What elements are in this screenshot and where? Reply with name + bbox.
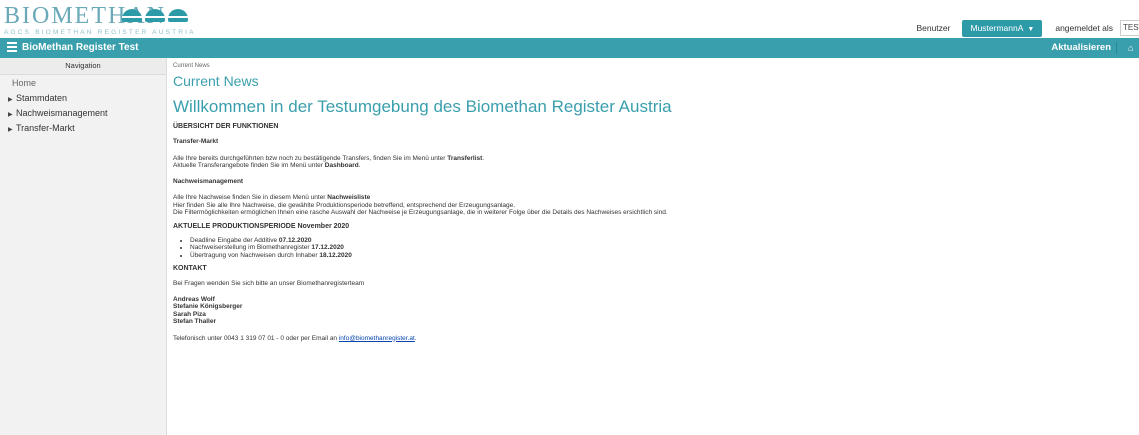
home-icon[interactable]: ⌂ (1128, 41, 1137, 53)
user-button-label: MustermannA (970, 22, 1024, 33)
hamburger-menu-icon[interactable] (7, 42, 17, 54)
logged-in-label: angemeldet als (1055, 23, 1113, 33)
expand-triangle-icon: ▶ (8, 112, 13, 118)
contact-name: Sarah Piza (173, 310, 206, 318)
user-dropdown-button[interactable]: MustermannA ▼ (962, 19, 1043, 37)
logged-in-as-field[interactable]: TEST (1120, 20, 1139, 36)
contact-phone: Telefonisch unter 0043 1 319 07 01 - 0 o… (173, 334, 417, 342)
contact-name: Andreas Wolf (173, 295, 215, 303)
user-area: Benutzer MustermannA ▼ angemeldet als TES… (916, 19, 1139, 37)
contact-name: Stefanie Königsberger (173, 303, 243, 310)
breadcrumb[interactable]: Current News (173, 63, 1139, 72)
nachweis-line-1: Alle Ihre Nachweise finden Sie in diesem… (173, 194, 371, 201)
main-content: Current News Current News Willkommen in … (173, 58, 1139, 435)
refresh-button[interactable]: Aktualisieren (1051, 38, 1111, 58)
logo-domes-icon (122, 9, 188, 22)
period-list: Deadline Eingabe der Additive 07.12.2020… (173, 237, 1139, 260)
sidebar-item-label: Stammdaten (16, 93, 68, 103)
sidebar: Navigation Home ▶ Stammdaten ▶ Nachweisman… (0, 58, 167, 435)
sidebar-item-label: Home (12, 78, 37, 88)
sidebar-item-transfer-markt[interactable]: ▶ Transfer-Markt (0, 122, 166, 135)
contact-names: Andreas Wolf Stefanie Königsberger Sarah… (173, 296, 1139, 326)
list-item: Nachweiserstellung im Biomethanregister … (190, 244, 1139, 252)
sidebar-item-label: Transfer-Markt (16, 123, 75, 133)
list-item: Deadline Eingabe der Additive 07.12.2020 (190, 237, 1139, 245)
transfer-line-1: Alle Ihre bereits durchgeführten bzw noc… (173, 154, 485, 162)
sidebar-item-nachweismanagement[interactable]: ▶ Nachweismanagement (0, 107, 166, 120)
sidebar-header: Navigation (0, 58, 166, 75)
period-heading: AKTUELLE PRODUKTIONSPERIODE November 202… (173, 222, 350, 230)
list-item: Übertragung von Nachweisen durch Inhaber… (190, 252, 1139, 260)
app-title[interactable]: BioMethan Register Test (22, 38, 139, 58)
sidebar-item-label: Nachweismanagement (16, 108, 108, 118)
contact-heading: KONTAKT (173, 265, 207, 272)
expand-triangle-icon: ▶ (8, 127, 13, 133)
contact-name: Stefan Thaller (173, 318, 216, 325)
nachweis-heading: Nachweismanagement (173, 177, 244, 185)
nachweis-line-3: Die Filtermöglichkeiten ermöglichen Ihne… (173, 209, 668, 216)
page-title: Current News (173, 73, 259, 89)
top-header: BIOMETHAN AGCS BIOMETHAN REGISTER AUSTRI… (0, 0, 1139, 38)
logo-subtitle: AGCS BIOMETHAN REGISTER AUSTRIA (4, 29, 196, 36)
email-link[interactable]: info@biomethanregister.at (339, 335, 415, 342)
overview-heading: ÜBERSICHT DER FUNKTIONEN (173, 123, 279, 130)
sidebar-item-home[interactable]: Home (0, 77, 166, 90)
nachweis-line-2: Hier finden Sie alle Ihre Nachweise, die… (173, 201, 516, 209)
expand-triangle-icon: ▶ (8, 97, 13, 103)
welcome-heading: Willkommen in der Testumgebung des Biome… (173, 97, 672, 116)
sidebar-item-stammdaten[interactable]: ▶ Stammdaten (0, 92, 166, 105)
transfer-heading: Transfer-Markt (173, 138, 219, 145)
navbar-divider (1116, 42, 1117, 54)
main-navbar: BioMethan Register Test Aktualisieren ⌂ (0, 38, 1139, 58)
caret-down-icon: ▼ (1027, 25, 1035, 33)
benutzer-label: Benutzer (916, 23, 951, 33)
transfer-line-2: Aktuelle Transferangebote finden Sie im … (173, 162, 361, 169)
contact-intro: Bei Fragen wenden Sie sich bitte an unse… (173, 280, 365, 287)
biomethan-logo[interactable]: BIOMETHAN AGCS BIOMETHAN REGISTER AUSTRI… (4, 4, 196, 36)
